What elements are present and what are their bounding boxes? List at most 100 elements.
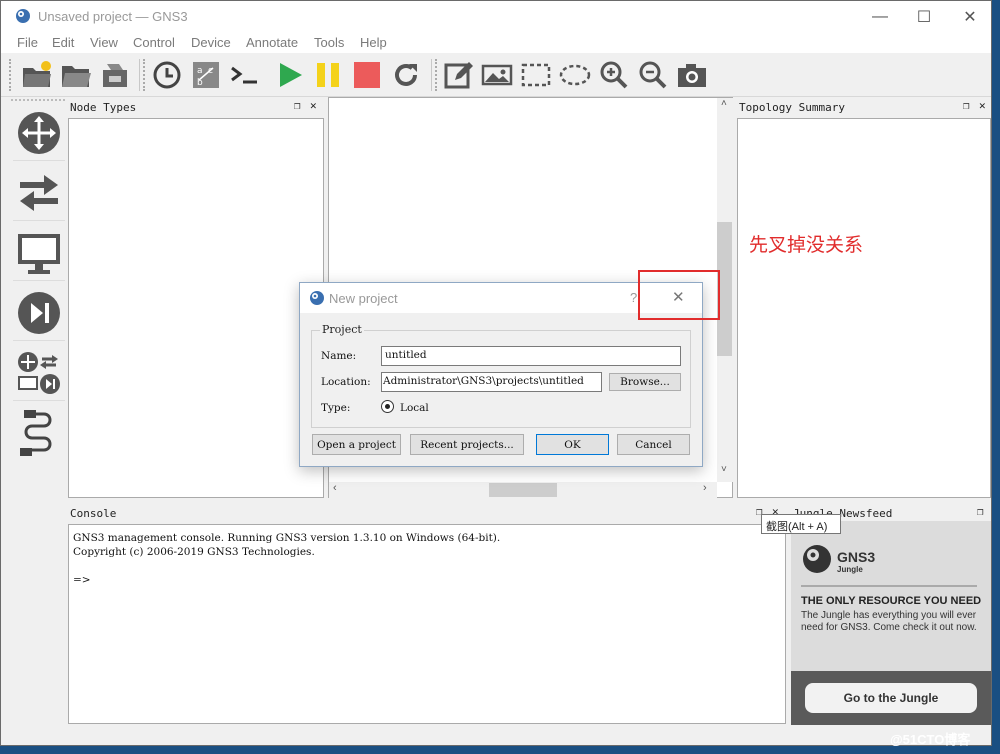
snapshot-clock-icon[interactable] [150,58,184,92]
console-all-icon[interactable] [228,58,262,92]
console-title: Console [70,507,117,520]
newsfeed-pane: GNS3 Jungle THE ONLY RESOURCE YOU NEED T… [791,521,991,725]
watermark-text: @51CTO博客 [890,732,971,747]
toolbar-grip[interactable] [435,59,439,91]
main-toolbar: acb [1,53,991,97]
topology-summary-pane[interactable] [737,118,991,498]
zoom-out-icon[interactable] [636,58,670,92]
project-name-input[interactable]: untitled [381,346,681,366]
help-button[interactable]: ? [630,290,637,305]
security-devices-icon[interactable] [13,285,65,341]
node-types-pane[interactable] [68,118,324,498]
console-line: Copyright (c) 2006-2019 GNS3 Technologie… [73,546,315,558]
window-title: Unsaved project — GNS3 [38,9,188,24]
name-label: Name: [321,350,357,362]
newsfeed-divider [801,585,977,587]
menu-file[interactable]: File [17,35,38,50]
newsfeed-headline: THE ONLY RESOURCE YOU NEED [801,595,982,607]
minimize-button[interactable]: — [857,1,903,32]
reload-all-icon[interactable] [389,58,423,92]
menu-annotate[interactable]: Annotate [246,35,298,50]
close-pane-icon[interactable]: ✕ [979,99,986,112]
svg-text:a: a [197,66,203,76]
annotation-text: 先叉掉没关系 [749,234,864,256]
add-link-icon[interactable] [13,405,65,461]
scroll-right-icon[interactable]: › [703,482,707,494]
scroll-down-icon[interactable]: ˅ [721,464,727,475]
go-to-jungle-button[interactable]: Go to the Jungle [805,683,977,713]
node-types-header: Node Types ❐ ✕ [68,99,324,117]
save-project-icon[interactable] [98,58,132,92]
all-devices-icon[interactable] [13,345,65,401]
start-all-icon[interactable] [273,58,307,92]
console-output: GNS3 management console. Running GNS3 ve… [73,531,500,587]
menu-bar: File Edit View Control Device Annotate T… [1,32,991,53]
cancel-button[interactable]: Cancel [617,434,690,455]
project-group-label: Project [320,323,364,336]
title-bar: Unsaved project — GNS3 — ☐ ✕ [1,1,991,32]
project-location-input[interactable]: Administrator\GNS3\projects\untitled [381,372,602,392]
topology-summary-header: Topology Summary ❐ ✕ [737,99,991,117]
gns3-window: Unsaved project — GNS3 — ☐ ✕ File Edit V… [0,0,992,746]
draw-ellipse-icon[interactable] [558,58,592,92]
toolbar-grip[interactable] [143,59,147,91]
close-pane-icon[interactable]: ✕ [310,99,317,112]
recent-projects-button[interactable]: Recent projects... [410,434,524,455]
radio-selected-dot [385,404,390,409]
device-dock [11,99,65,463]
end-devices-icon[interactable] [13,225,65,281]
console-prompt: => [73,574,91,586]
float-pane-icon[interactable]: ❐ [294,99,301,112]
gns3-jungle-logo-icon [803,545,831,573]
open-project-icon[interactable] [59,58,93,92]
toolbar-grip[interactable] [9,59,13,91]
screenshot-icon[interactable] [675,58,709,92]
horizontal-scrollbar[interactable]: ‹ › [329,482,717,498]
scroll-left-icon[interactable]: ‹ [333,482,337,494]
topology-summary-title: Topology Summary [739,101,845,114]
local-radio[interactable] [381,400,394,413]
gns3-logo-icon [16,9,30,23]
close-window-button[interactable]: ✕ [947,1,991,32]
menu-help[interactable]: Help [360,35,387,50]
menu-tools[interactable]: Tools [314,35,344,50]
routers-icon[interactable] [13,105,65,161]
show-interface-labels-icon[interactable]: acb [189,58,223,92]
new-project-icon[interactable] [20,58,54,92]
newsfeed-footer: Go to the Jungle [791,671,991,725]
toolbar-separator [431,59,432,91]
zoom-in-icon[interactable] [597,58,631,92]
menu-view[interactable]: View [90,35,118,50]
menu-control[interactable]: Control [133,35,175,50]
maximize-button[interactable]: ☐ [901,1,947,32]
float-pane-icon[interactable]: ❐ [963,99,970,112]
console-line: GNS3 management console. Running GNS3 ve… [73,532,501,544]
add-note-icon[interactable] [441,58,475,92]
highlight-box [638,270,720,320]
horizontal-scroll-thumb[interactable] [489,483,557,497]
newsfeed-logo-text: GNS3 [837,549,876,565]
local-option-label[interactable]: Local [400,402,429,414]
stop-all-icon[interactable] [350,58,384,92]
menu-edit[interactable]: Edit [52,35,74,50]
newsfeed-logo-subtext: Jungle [837,565,863,574]
gns3-logo-icon [310,291,324,305]
newsfeed-body: The Jungle has everything you will ever … [801,610,977,633]
dialog-title: New project [329,291,398,306]
menu-device[interactable]: Device [191,35,231,50]
console-header: Console ❐ ✕ [68,505,784,523]
toolbar-separator [139,59,140,91]
suspend-all-icon[interactable] [311,58,345,92]
switches-icon[interactable] [13,165,65,221]
location-label: Location: [321,376,371,388]
scroll-up-icon[interactable]: ˄ [721,98,727,109]
float-pane-icon[interactable]: ❐ [977,505,984,518]
draw-rectangle-icon[interactable] [519,58,553,92]
type-label: Type: [321,402,351,414]
ok-button[interactable]: OK [536,434,609,455]
node-types-title: Node Types [70,101,137,114]
open-project-button[interactable]: Open a project [312,434,401,455]
browse-button[interactable]: Browse... [609,373,681,391]
insert-picture-icon[interactable] [480,58,514,92]
